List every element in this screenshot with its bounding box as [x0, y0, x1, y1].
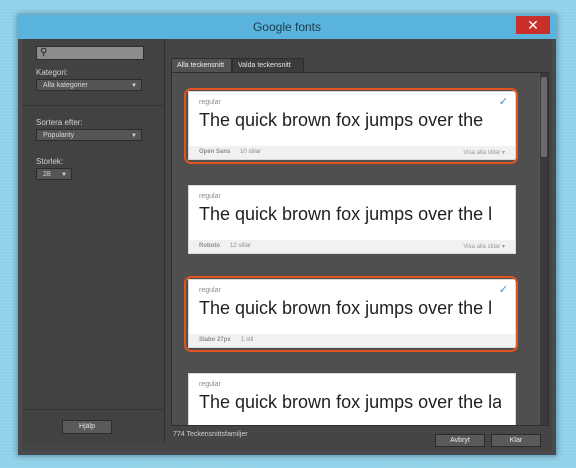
dialog-body: ⚲ Kategori: Alla kategorier ▼ Sortera ef… — [22, 39, 552, 451]
font-card-partial[interactable]: regular The quick brown fox jumps over t… — [188, 373, 516, 425]
window-title: Google fonts — [252, 20, 322, 34]
close-button[interactable]: ✕ — [516, 16, 550, 34]
chevron-down-icon: ▼ — [61, 172, 67, 178]
show-all-styles-link[interactable]: Visa alla stilar ▾ — [463, 243, 505, 250]
sort-label: Sortera efter: — [36, 118, 83, 127]
size-label: Storlek: — [36, 157, 64, 166]
font-style-name: regular — [199, 381, 221, 388]
font-sample-text: The quick brown fox jumps over the la — [199, 392, 501, 412]
cancel-button[interactable]: Avbryt — [435, 434, 485, 447]
filter-sidebar: ⚲ Kategori: Alla kategorier ▼ Sortera ef… — [22, 39, 165, 443]
tab-all-fonts[interactable]: Alla teckensnitt — [171, 58, 232, 72]
search-icon: ⚲ — [40, 47, 48, 58]
size-value: 28 — [43, 171, 51, 178]
font-card-roboto[interactable]: regular The quick brown fox jumps over t… — [188, 185, 516, 254]
family-count: 774 Teckensnittsfamiljer — [173, 431, 248, 438]
scrollbar[interactable] — [540, 73, 548, 425]
chevron-down-icon: ▾ — [501, 244, 505, 250]
font-sample-text: The quick brown fox jumps over the l — [199, 204, 493, 224]
chevron-down-icon: ▼ — [131, 83, 137, 89]
google-fonts-dialog: Google fonts ✕ ⚲ Kategori: Alla kategori… — [17, 14, 557, 456]
divider — [22, 409, 164, 410]
font-list-panel: regular ✓ The quick brown fox jumps over… — [171, 72, 549, 426]
selection-highlight — [184, 276, 518, 352]
font-family-name: Roboto — [199, 243, 220, 249]
divider — [22, 105, 164, 106]
sort-dropdown[interactable]: Popularity ▼ — [36, 129, 142, 141]
size-dropdown[interactable]: 28 ▼ — [36, 168, 72, 180]
font-list[interactable]: regular ✓ The quick brown fox jumps over… — [172, 73, 539, 425]
font-style-count: 12 stilar — [230, 243, 252, 249]
ok-button[interactable]: Klar — [491, 434, 541, 447]
help-button[interactable]: Hjälp — [62, 420, 112, 434]
category-value: Alla kategorier — [43, 82, 88, 89]
sort-value: Popularity — [43, 132, 75, 139]
chevron-down-icon: ▼ — [131, 133, 137, 139]
category-dropdown[interactable]: Alla kategorier ▼ — [36, 79, 142, 91]
scrollbar-thumb[interactable] — [541, 77, 547, 157]
search-input[interactable]: ⚲ — [36, 46, 144, 60]
title-bar[interactable]: Google fonts ✕ — [18, 15, 556, 39]
category-label: Kategori: — [36, 68, 69, 77]
tab-selected-fonts[interactable]: Valda teckensnitt — [232, 58, 304, 72]
font-style-name: regular — [199, 193, 221, 200]
selection-highlight — [184, 88, 518, 164]
font-card-footer: Roboto 12 stilar Visa alla stilar ▾ — [189, 240, 515, 253]
